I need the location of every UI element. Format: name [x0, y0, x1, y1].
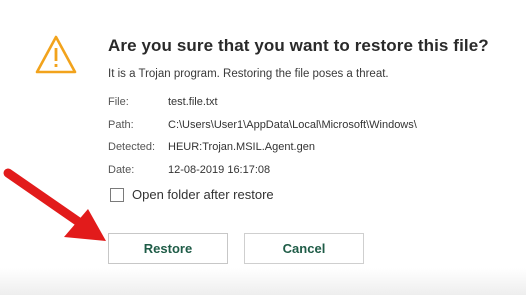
detected-value: HEUR:Trojan.MSIL.Agent.gen — [168, 141, 315, 153]
dialog-footer-shade — [0, 268, 526, 295]
cancel-button[interactable]: Cancel — [244, 233, 364, 264]
warning-triangle-icon — [35, 35, 77, 74]
file-value: test.file.txt — [168, 96, 218, 108]
restore-confirm-dialog: Are you sure that you want to restore th… — [0, 0, 526, 295]
open-folder-checkbox-label[interactable]: Open folder after restore — [132, 187, 274, 202]
red-arrow-annotation-icon — [3, 168, 106, 241]
path-value: C:\Users\User1\AppData\Local\Microsoft\W… — [168, 119, 417, 131]
dialog-title: Are you sure that you want to restore th… — [108, 36, 489, 55]
detected-label: Detected: — [108, 141, 156, 153]
path-label: Path: — [108, 119, 134, 131]
file-label: File: — [108, 96, 129, 108]
dialog-subtitle: It is a Trojan program. Restoring the fi… — [108, 68, 389, 80]
restore-button[interactable]: Restore — [108, 233, 228, 264]
date-value: 12-08-2019 16:17:08 — [168, 164, 271, 176]
